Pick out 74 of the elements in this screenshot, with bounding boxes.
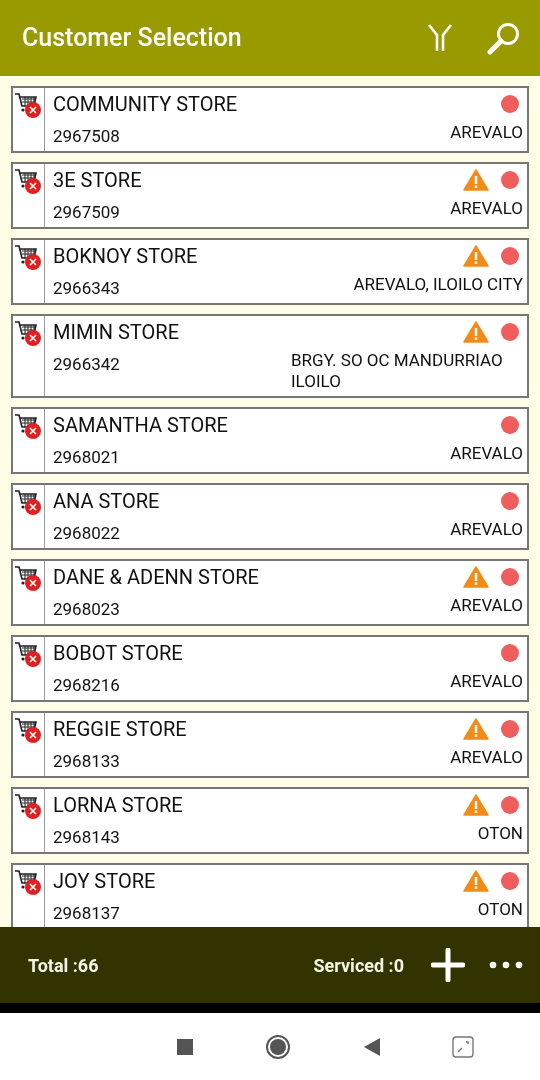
cart-icon bbox=[14, 869, 42, 895]
customer-name: SAMANTHA STORE bbox=[53, 412, 228, 439]
customer-area: AREVALO bbox=[450, 747, 523, 768]
customer-area: AREVALO bbox=[450, 443, 523, 464]
warning-icon bbox=[463, 245, 489, 267]
customer-area: AREVALO bbox=[450, 198, 523, 219]
customer-name: LORNA STORE bbox=[53, 792, 183, 819]
customer-card[interactable]: JOY STORE 2968137 OTON bbox=[11, 863, 529, 927]
cart-icon bbox=[14, 168, 42, 194]
filter-icon bbox=[427, 23, 453, 53]
customer-card[interactable]: BOKNOY STORE 2966343 AREVALO, ILOILO CITY bbox=[11, 238, 529, 305]
warning-icon bbox=[463, 794, 489, 816]
customer-code: 2967509 bbox=[53, 202, 120, 223]
cart-icon bbox=[14, 489, 42, 515]
customer-name: COMMUNITY STORE bbox=[53, 91, 238, 118]
customer-name: MIMIN STORE bbox=[53, 319, 179, 346]
customer-card[interactable]: MIMIN STORE 2966342 BRGY. SO OC MANDURRIAO ILOILO bbox=[11, 314, 529, 398]
customer-code: 2968022 bbox=[53, 523, 120, 544]
cart-icon bbox=[14, 92, 42, 118]
cart-icon bbox=[14, 793, 42, 819]
warning-icon bbox=[463, 169, 489, 191]
screen-title: Customer Selection bbox=[22, 22, 243, 55]
cart-icon bbox=[14, 413, 42, 439]
customer-card[interactable]: LORNA STORE 2968143 OTON bbox=[11, 787, 529, 854]
back-icon[interactable] bbox=[362, 1036, 381, 1057]
customer-card[interactable]: SAMANTHA STORE 2968021 AREVALO bbox=[11, 407, 529, 474]
more-icon bbox=[489, 960, 523, 970]
customer-card[interactable]: DANE & ADENN STORE 2968023 AREVALO bbox=[11, 559, 529, 626]
serviced-count: Serviced :0 bbox=[313, 953, 404, 978]
customer-code: 2968133 bbox=[53, 751, 120, 772]
cart-icon bbox=[14, 320, 42, 346]
customer-area: AREVALO bbox=[450, 671, 523, 692]
customer-card[interactable]: BOBOT STORE 2968216 AREVALO bbox=[11, 635, 529, 702]
customer-name: JOY STORE bbox=[53, 868, 156, 895]
customer-area: OTON bbox=[477, 899, 523, 920]
customer-code: 2968021 bbox=[53, 447, 120, 468]
customer-area: AREVALO bbox=[450, 595, 523, 616]
customer-area: OTON bbox=[477, 823, 523, 844]
plus-icon bbox=[431, 948, 465, 982]
customer-area: AREVALO bbox=[450, 519, 523, 540]
customer-card[interactable]: ANA STORE 2968022 AREVALO bbox=[11, 483, 529, 550]
cart-icon bbox=[14, 717, 42, 743]
customer-area: BRGY. SO OC MANDURRIAO ILOILO bbox=[291, 350, 523, 392]
customer-name: 3E STORE bbox=[53, 167, 142, 194]
customer-name: ANA STORE bbox=[53, 488, 160, 515]
customer-code: 2966342 bbox=[53, 354, 120, 375]
customer-name: DANE & ADENN STORE bbox=[53, 564, 259, 591]
customer-code: 2968137 bbox=[53, 903, 120, 924]
cart-icon bbox=[14, 565, 42, 591]
search-icon bbox=[487, 21, 521, 55]
recents-icon[interactable] bbox=[175, 1037, 194, 1056]
cart-icon bbox=[14, 641, 42, 667]
total-count: Total :66 bbox=[28, 953, 100, 978]
customer-name: BOBOT STORE bbox=[53, 640, 183, 667]
customer-area: AREVALO bbox=[450, 122, 523, 143]
screen-icon[interactable] bbox=[452, 1035, 475, 1058]
customer-code: 2968023 bbox=[53, 599, 120, 620]
customer-code: 2966343 bbox=[53, 278, 120, 299]
warning-icon bbox=[463, 870, 489, 892]
customer-area: AREVALO, ILOILO CITY bbox=[353, 274, 523, 295]
warning-icon bbox=[463, 321, 489, 343]
customer-card[interactable]: COMMUNITY STORE 2967508 AREVALO bbox=[11, 86, 529, 153]
customer-name: BOKNOY STORE bbox=[53, 243, 198, 270]
warning-icon bbox=[463, 718, 489, 740]
customer-card[interactable]: REGGIE STORE 2968133 AREVALO bbox=[11, 711, 529, 778]
home-icon[interactable] bbox=[265, 1033, 292, 1060]
cart-icon bbox=[14, 244, 42, 270]
add-button[interactable] bbox=[428, 945, 468, 985]
customer-code: 2968216 bbox=[53, 675, 120, 696]
customer-card[interactable]: 3E STORE 2967509 AREVALO bbox=[11, 162, 529, 229]
customer-code: 2967508 bbox=[53, 126, 120, 147]
customer-name: REGGIE STORE bbox=[53, 716, 187, 743]
warning-icon bbox=[463, 566, 489, 588]
customer-code: 2968143 bbox=[53, 827, 120, 848]
